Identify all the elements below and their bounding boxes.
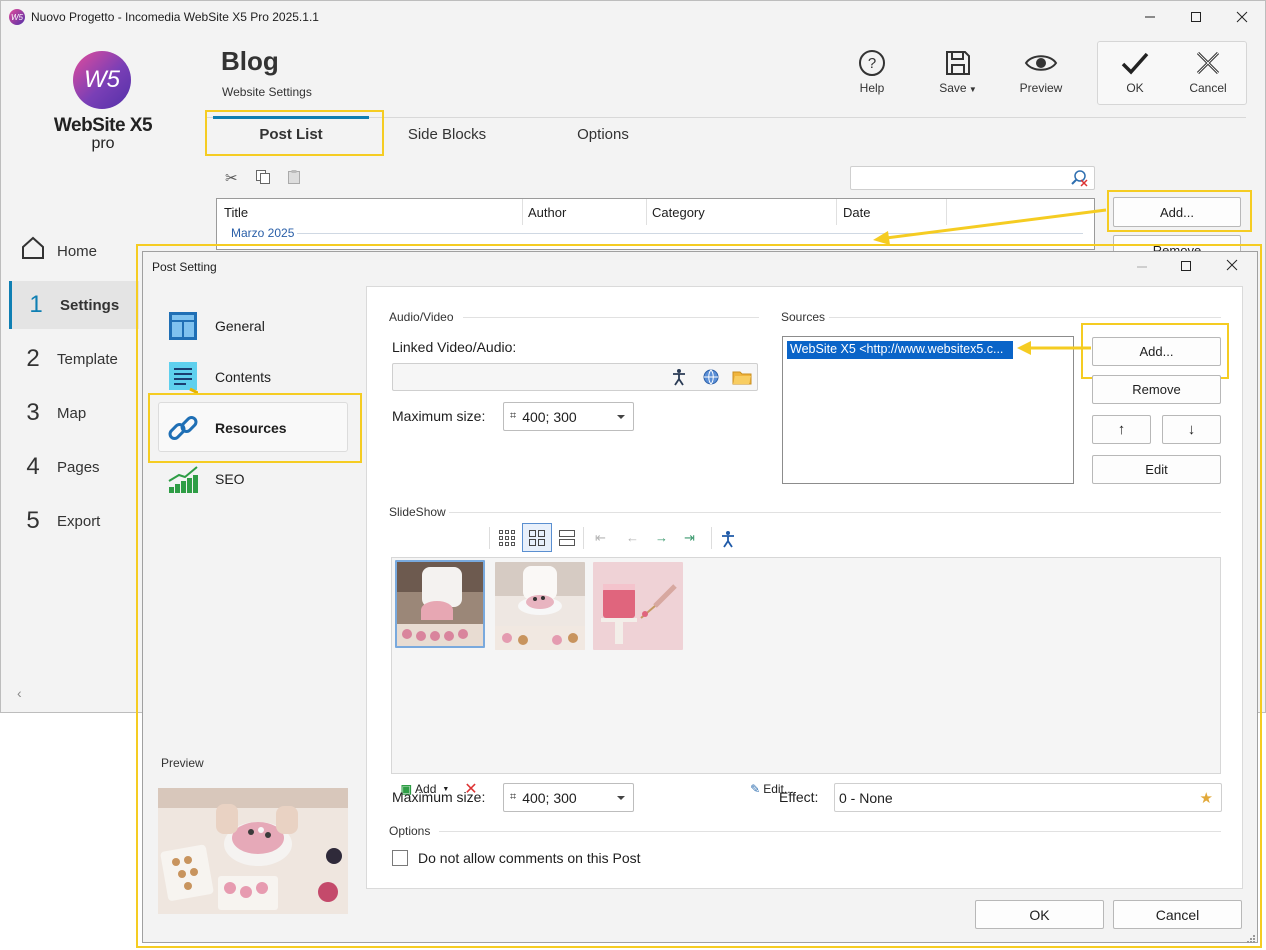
section-divider bbox=[829, 317, 1221, 318]
slideshow-maxsize-value: 400; 300 bbox=[522, 789, 577, 806]
accessibility-icon[interactable] bbox=[720, 530, 736, 551]
sidebar-item-label: Contents bbox=[215, 369, 272, 385]
dialog-maximize-button[interactable] bbox=[1171, 256, 1201, 276]
sidebar-item-contents[interactable]: Contents bbox=[165, 357, 355, 397]
resize-icon: ⌗ bbox=[510, 791, 517, 803]
effect-field[interactable]: 0 - None ★ bbox=[834, 783, 1222, 812]
effect-label: Effect: bbox=[779, 789, 819, 805]
effect-value: 0 - None bbox=[839, 789, 893, 806]
dialog-minimize-button[interactable] bbox=[1127, 256, 1157, 276]
annotation-arrow bbox=[1017, 341, 1091, 355]
slideshow-thumbnail[interactable] bbox=[593, 562, 683, 650]
section-divider bbox=[439, 831, 1221, 832]
toolbar-separator bbox=[711, 527, 712, 549]
sidebar-item-seo[interactable]: SEO bbox=[165, 459, 355, 499]
edit-icon: ✎ bbox=[750, 782, 761, 796]
resize-grip-icon[interactable] bbox=[1246, 932, 1256, 943]
sidebar-item-resources[interactable]: Resources bbox=[165, 408, 355, 448]
no-comments-checkbox[interactable] bbox=[392, 850, 408, 866]
dialog-close-button[interactable] bbox=[1217, 256, 1247, 276]
chevron-down-icon bbox=[617, 795, 625, 800]
chevron-down-icon bbox=[617, 414, 625, 419]
section-divider bbox=[463, 317, 759, 318]
sources-list[interactable]: WebSite X5 <http://www.websitex5.c... bbox=[782, 336, 1074, 484]
slideshow-maxsize-combo[interactable]: ⌗ 400; 300 bbox=[503, 783, 634, 812]
av-maxsize-value: 400; 300 bbox=[522, 408, 577, 425]
preview-label: Preview bbox=[161, 756, 204, 770]
move-first-icon[interactable]: ⇤ bbox=[595, 530, 606, 546]
slideshow-maxsize-label: Maximum size: bbox=[392, 789, 486, 805]
slideshow-thumbnail[interactable] bbox=[495, 562, 585, 650]
accessibility-icon[interactable] bbox=[671, 368, 687, 389]
move-last-icon[interactable]: ⇥ bbox=[684, 530, 695, 546]
layout-icon bbox=[165, 310, 201, 342]
move-down-button[interactable]: ↓ bbox=[1162, 415, 1221, 444]
av-maxsize-combo[interactable]: ⌗ 400; 300 bbox=[503, 402, 634, 431]
dialog-title: Post Setting bbox=[152, 260, 217, 274]
move-left-icon[interactable]: ← bbox=[626, 530, 639, 545]
sources-add-button[interactable]: Add... bbox=[1092, 337, 1221, 366]
section-divider bbox=[449, 512, 1221, 513]
link-icon bbox=[165, 412, 201, 444]
no-comments-label: Do not allow comments on this Post bbox=[418, 850, 641, 866]
list-view-icon[interactable] bbox=[558, 529, 576, 550]
sidebar-item-general[interactable]: General bbox=[165, 306, 355, 346]
star-icon[interactable]: ★ bbox=[1200, 789, 1213, 807]
growth-chart-icon bbox=[165, 463, 201, 495]
folder-icon[interactable] bbox=[732, 369, 752, 388]
move-right-icon[interactable]: → bbox=[655, 530, 668, 545]
sources-section: Sources bbox=[781, 310, 826, 324]
slideshow-section: SlideShow bbox=[389, 505, 446, 519]
av-maxsize-label: Maximum size: bbox=[392, 408, 486, 424]
list-item[interactable]: WebSite X5 <http://www.websitex5.c... bbox=[787, 341, 1013, 359]
resize-icon: ⌗ bbox=[510, 410, 517, 422]
grid-small-view-icon[interactable] bbox=[498, 529, 516, 550]
sidebar-item-label: General bbox=[215, 318, 265, 334]
sources-edit-button[interactable]: Edit bbox=[1092, 455, 1221, 484]
document-icon bbox=[165, 361, 201, 393]
audio-video-section: Audio/Video bbox=[389, 310, 454, 324]
grid-large-view-icon[interactable] bbox=[522, 523, 552, 552]
globe-icon[interactable] bbox=[702, 368, 720, 389]
toolbar-separator bbox=[583, 527, 584, 549]
sidebar-item-label: SEO bbox=[215, 471, 245, 487]
sidebar-item-label: Resources bbox=[215, 420, 287, 436]
preview-image bbox=[158, 788, 348, 914]
linked-media-label: Linked Video/Audio: bbox=[392, 339, 517, 355]
dialog-ok-button[interactable]: OK bbox=[975, 900, 1104, 929]
dialog-cancel-button[interactable]: Cancel bbox=[1113, 900, 1242, 929]
options-section: Options bbox=[389, 824, 431, 838]
post-setting-dialog: Post Setting General Contents Resources … bbox=[142, 251, 1258, 943]
move-up-button[interactable]: ↑ bbox=[1092, 415, 1151, 444]
toolbar-separator bbox=[489, 527, 490, 549]
sources-remove-button[interactable]: Remove bbox=[1092, 375, 1221, 404]
slideshow-thumbnail[interactable] bbox=[395, 560, 485, 648]
